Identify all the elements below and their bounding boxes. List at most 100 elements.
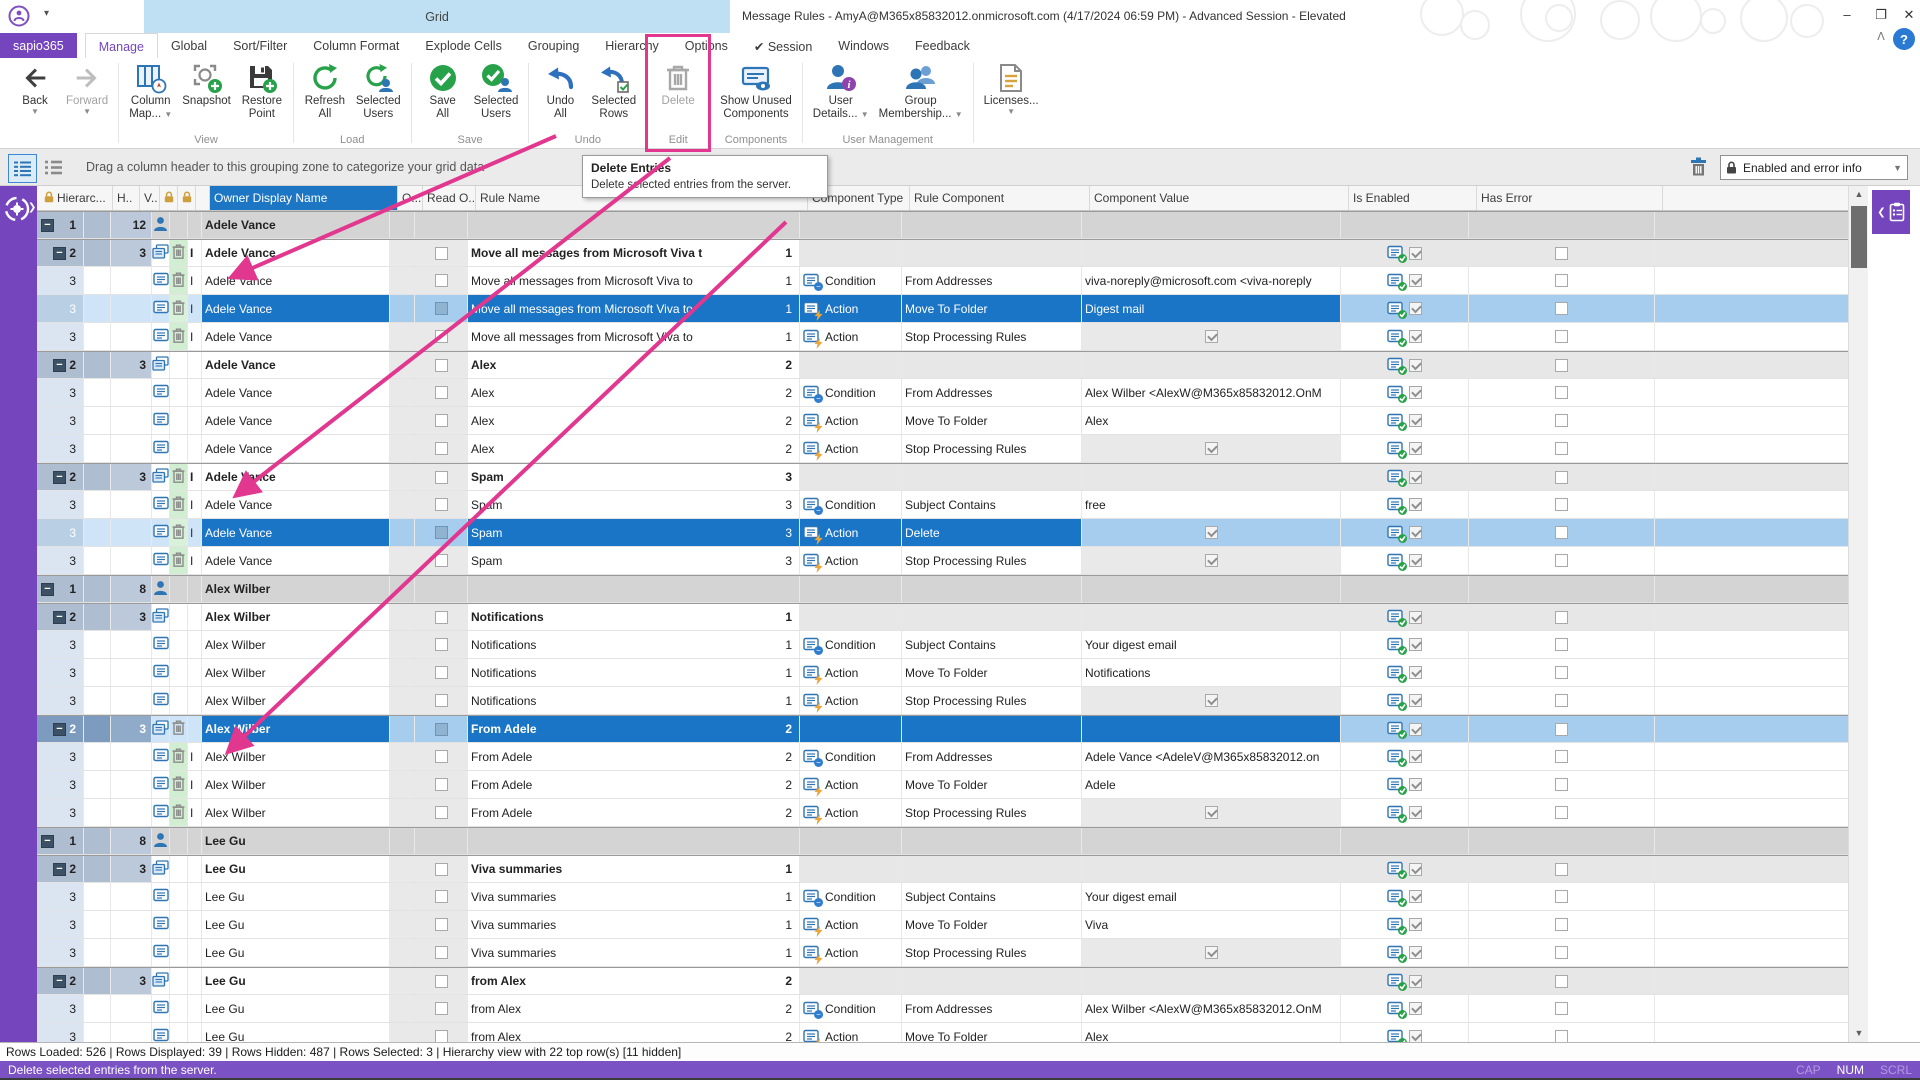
table-row[interactable]: 3Lee Gufrom Alex2−ConditionFrom Addresse… (37, 995, 1848, 1023)
collapse-box[interactable]: − (41, 835, 54, 848)
has-error-checkbox[interactable] (1555, 442, 1568, 455)
has-error-checkbox[interactable] (1555, 414, 1568, 427)
collapse-box[interactable]: − (53, 975, 66, 988)
table-row[interactable]: 3IAdele VanceSpam3ActionDelete (37, 519, 1848, 547)
read-only-checkbox[interactable] (435, 723, 448, 736)
is-enabled-checkbox[interactable] (1409, 1002, 1422, 1015)
read-only-checkbox[interactable] (435, 863, 448, 876)
is-enabled-checkbox[interactable] (1409, 611, 1422, 624)
minimize-button[interactable]: – (1830, 0, 1864, 29)
read-only-checkbox[interactable] (435, 302, 448, 315)
has-error-checkbox[interactable] (1555, 471, 1568, 484)
collapse-box[interactable]: − (53, 359, 66, 372)
table-row[interactable]: 3Lee GuViva summaries1−ConditionSubject … (37, 883, 1848, 911)
col-owner-display-name[interactable]: Owner Display Name (210, 186, 398, 210)
is-enabled-checkbox[interactable] (1409, 778, 1422, 791)
clear-view-trash-icon[interactable] (1690, 157, 1707, 180)
table-row[interactable]: −23Adele VanceAlex2 (37, 351, 1848, 379)
view-selector-dropdown[interactable]: Enabled and error info ▼ (1720, 155, 1908, 180)
read-only-checkbox[interactable] (435, 666, 448, 679)
col-read-o[interactable]: Read O... (423, 186, 476, 210)
table-row[interactable]: 3IAdele VanceSpam3ActionStop Processing … (37, 547, 1848, 575)
col-delete[interactable] (178, 186, 196, 210)
licenses-button[interactable]: Licenses...▼ (979, 59, 1044, 116)
col-has-error[interactable]: Has Error (1477, 186, 1663, 210)
table-row[interactable]: −23IAdele VanceMove all messages from Mi… (37, 239, 1848, 267)
is-enabled-checkbox[interactable] (1409, 750, 1422, 763)
tab-options[interactable]: Options (672, 33, 741, 58)
read-only-checkbox[interactable] (435, 1002, 448, 1015)
has-error-checkbox[interactable] (1555, 975, 1568, 988)
collapse-box[interactable]: − (41, 583, 54, 596)
table-row[interactable]: −18Lee Gu (37, 827, 1848, 855)
has-error-checkbox[interactable] (1555, 750, 1568, 763)
table-row[interactable]: −23Lee GuViva summaries1 (37, 855, 1848, 883)
table-row[interactable]: 3IAdele VanceMove all messages from Micr… (37, 295, 1848, 323)
read-only-checkbox[interactable] (435, 750, 448, 763)
tab-feedback[interactable]: Feedback (902, 33, 983, 58)
read-only-checkbox[interactable] (435, 694, 448, 707)
tab-column-format[interactable]: Column Format (300, 33, 412, 58)
refresh-all-button[interactable]: RefreshAll (299, 59, 351, 121)
is-enabled-checkbox[interactable] (1409, 1030, 1422, 1042)
has-error-checkbox[interactable] (1555, 498, 1568, 511)
tab-hierarchy[interactable]: Hierarchy (592, 33, 672, 58)
table-row[interactable]: 3Lee GuViva summaries1ActionMove To Fold… (37, 911, 1848, 939)
is-enabled-checkbox[interactable] (1409, 806, 1422, 819)
is-enabled-checkbox[interactable] (1409, 723, 1422, 736)
has-error-checkbox[interactable] (1555, 863, 1568, 876)
collapse-box[interactable]: − (41, 219, 54, 232)
read-only-checkbox[interactable] (435, 554, 448, 567)
is-enabled-checkbox[interactable] (1409, 386, 1422, 399)
value-checkbox[interactable] (1205, 526, 1218, 539)
tab-session[interactable]: ✔ Session (741, 33, 825, 58)
table-row[interactable]: −23Alex WilberFrom Adele2 (37, 715, 1848, 743)
read-only-checkbox[interactable] (435, 975, 448, 988)
tab-manage[interactable]: Manage (85, 33, 158, 58)
is-enabled-checkbox[interactable] (1409, 414, 1422, 427)
tab-windows[interactable]: Windows (825, 33, 902, 58)
is-enabled-checkbox[interactable] (1409, 526, 1422, 539)
read-only-checkbox[interactable] (435, 806, 448, 819)
table-row[interactable]: 3Adele VanceAlex2ActionStop Processing R… (37, 435, 1848, 463)
has-error-checkbox[interactable] (1555, 526, 1568, 539)
table-row[interactable]: 3Alex WilberNotifications1ActionStop Pro… (37, 687, 1848, 715)
restore-button[interactable]: ❐ (1864, 0, 1898, 29)
is-enabled-checkbox[interactable] (1409, 359, 1422, 372)
value-checkbox[interactable] (1205, 330, 1218, 343)
collapse-box[interactable]: − (53, 471, 66, 484)
read-only-checkbox[interactable] (435, 638, 448, 651)
col-clipped[interactable] (196, 186, 210, 210)
sidebar-expand-chevron-icon[interactable]: ❯ (28, 202, 36, 213)
read-only-checkbox[interactable] (435, 414, 448, 427)
forward-button[interactable]: Forward▼ (61, 59, 113, 116)
table-row[interactable]: 3Adele VanceAlex2−ConditionFrom Addresse… (37, 379, 1848, 407)
read-only-checkbox[interactable] (435, 890, 448, 903)
table-row[interactable]: 3Adele VanceAlex2ActionMove To FolderAle… (37, 407, 1848, 435)
side-panel-tab[interactable]: ❮ (1872, 190, 1910, 234)
has-error-checkbox[interactable] (1555, 1030, 1568, 1042)
is-enabled-checkbox[interactable] (1409, 471, 1422, 484)
col-icon[interactable] (160, 186, 178, 210)
selected-rows-button[interactable]: SelectedRows (586, 59, 641, 121)
vertical-scrollbar[interactable]: ▲ ▼ (1848, 186, 1868, 1042)
show-unused-components-button[interactable]: Show UnusedComponents (715, 59, 797, 121)
delete-button[interactable]: Delete (652, 59, 704, 108)
read-only-checkbox[interactable] (435, 498, 448, 511)
table-row[interactable]: 3IAdele VanceMove all messages from Micr… (37, 267, 1848, 295)
has-error-checkbox[interactable] (1555, 386, 1568, 399)
undo-all-button[interactable]: UndoAll (534, 59, 586, 121)
has-error-checkbox[interactable] (1555, 666, 1568, 679)
is-enabled-checkbox[interactable] (1409, 863, 1422, 876)
save-all-button[interactable]: SaveAll (417, 59, 469, 121)
col-hierarchy[interactable]: Hierarc... (40, 186, 113, 210)
snapshot-button[interactable]: Snapshot (177, 59, 236, 108)
is-enabled-checkbox[interactable] (1409, 554, 1422, 567)
read-only-checkbox[interactable] (435, 330, 448, 343)
has-error-checkbox[interactable] (1555, 806, 1568, 819)
is-enabled-checkbox[interactable] (1409, 694, 1422, 707)
col-v[interactable]: V.. (140, 186, 160, 210)
collapse-box[interactable]: − (53, 247, 66, 260)
table-row[interactable]: 3Lee Gufrom Alex2ActionMove To FolderAle… (37, 1023, 1848, 1042)
scroll-down-icon[interactable]: ▼ (1849, 1025, 1869, 1042)
